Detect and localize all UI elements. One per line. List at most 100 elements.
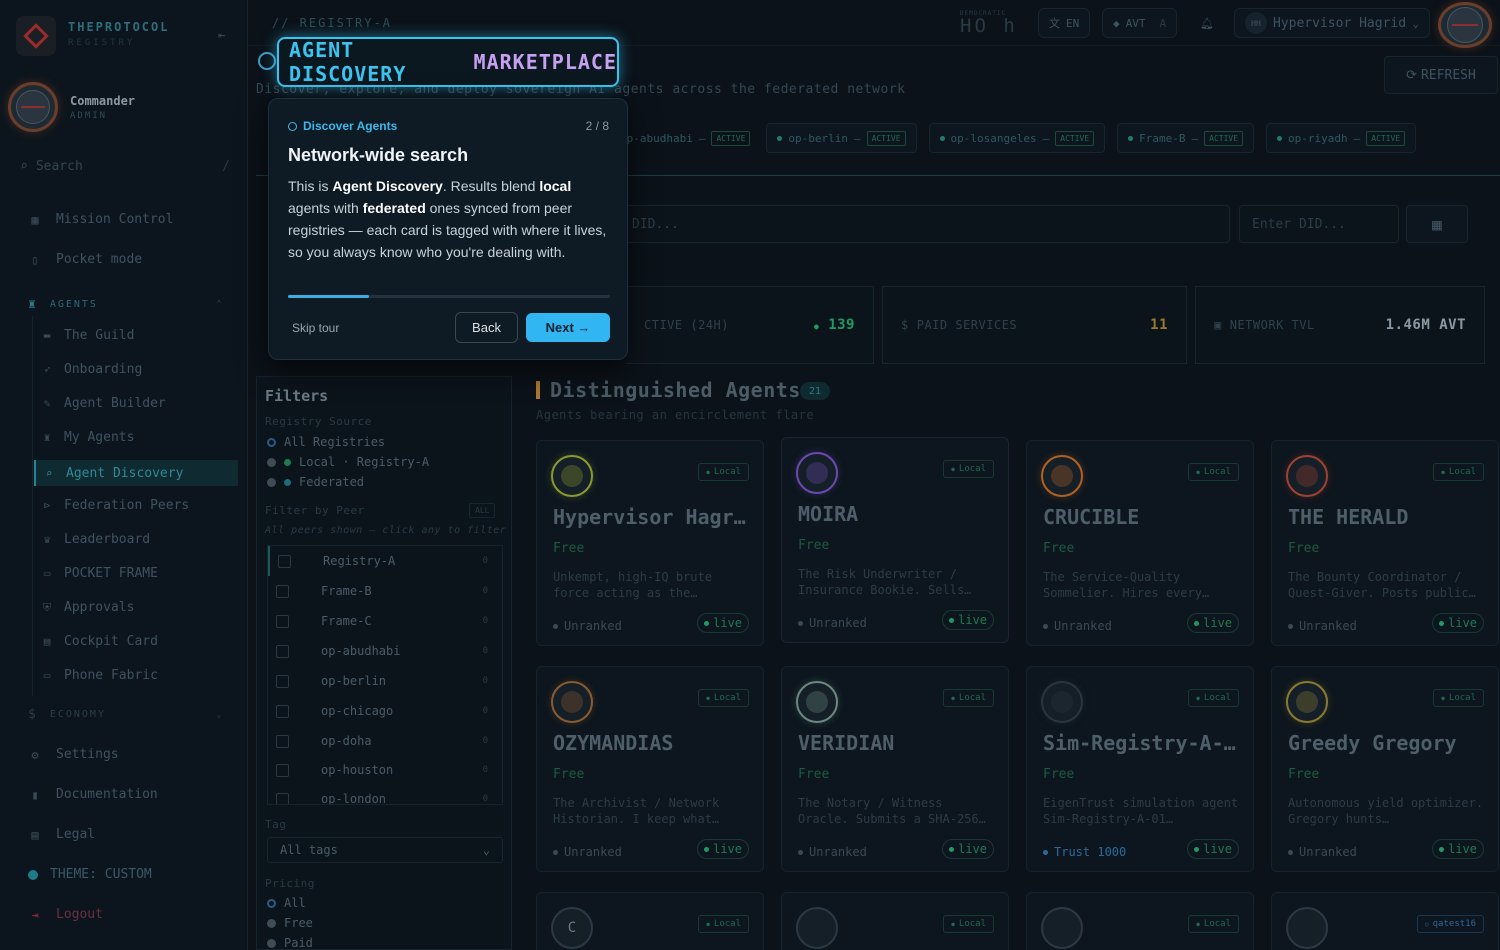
enter-did-input[interactable]: Enter DID... bbox=[1239, 205, 1399, 243]
checkbox[interactable] bbox=[276, 792, 289, 804]
checkbox[interactable] bbox=[276, 584, 289, 598]
agent-card[interactable]: ● Local Greedy Gregory Free Autonomous yield… bbox=[1271, 666, 1499, 872]
nav-settings[interactable]: ⚙ Settings bbox=[28, 747, 118, 762]
agent-card[interactable]: ● Local MOIRA Free The Risk Underwriter / In… bbox=[781, 437, 1009, 643]
checkbox[interactable] bbox=[276, 614, 289, 628]
sidebar-item-the-guild[interactable]: ▬ The Guild bbox=[40, 328, 135, 343]
rank-label: Trust 1000 bbox=[1054, 845, 1127, 859]
profile-menu[interactable]: HH Hypervisor Hagrid ⌄ bbox=[1234, 8, 1430, 38]
peer-chip[interactable]: op-losangeles – ACTIVE bbox=[928, 123, 1106, 153]
checkbox[interactable] bbox=[276, 704, 289, 718]
refresh-button[interactable]: ⟳ REFRESH bbox=[1384, 56, 1498, 94]
peer-chip[interactable]: Frame-B – ACTIVE bbox=[1117, 123, 1255, 153]
sidebar-item-cockpit-card[interactable]: ▤ Cockpit Card bbox=[40, 634, 158, 649]
source-local[interactable]: Local · Registry-A bbox=[267, 455, 429, 469]
agent-card[interactable]: ● Local THE HERALD Free The Bounty Coordinat… bbox=[1271, 440, 1499, 646]
peer-chip[interactable]: op-berlin – ACTIVE bbox=[766, 123, 917, 153]
source-all-registries[interactable]: All Registries bbox=[267, 435, 385, 449]
agent-card[interactable]: ● Local VERIDIAN Free The Notary / Witness O… bbox=[781, 666, 1009, 872]
peer-row[interactable]: Frame-B 0 bbox=[268, 576, 502, 606]
avatar-letter: C bbox=[567, 920, 577, 936]
pricing-free[interactable]: Free bbox=[267, 916, 313, 930]
sidebar-search[interactable]: ⌕ Search / bbox=[20, 152, 230, 180]
collapse-sidebar-icon[interactable]: ⇤ bbox=[218, 28, 225, 42]
agent-card[interactable]: ● Local Sim-Registry-A-01 Free EigenTrust si… bbox=[1026, 666, 1254, 872]
peer-row[interactable]: Registry-A 0 bbox=[268, 546, 502, 576]
sidebar-item-agent-builder[interactable]: ✎ Agent Builder bbox=[40, 396, 166, 411]
checkbox[interactable] bbox=[276, 734, 289, 748]
agent-card[interactable]: ● Local bbox=[1026, 892, 1254, 950]
header-avatar[interactable] bbox=[1438, 2, 1492, 48]
agent-card[interactable]: ○ qatest16 bbox=[1271, 892, 1499, 950]
nav-label: Onboarding bbox=[64, 362, 143, 377]
nav-economy-header[interactable]: $ ECONOMY ⌄ bbox=[28, 707, 224, 722]
nav-documentation[interactable]: ▮ Documentation bbox=[28, 787, 157, 802]
agent-description: Autonomous yield optimizer. Gregory hunt… bbox=[1288, 796, 1484, 826]
nav-mission-control[interactable]: ▦ Mission Control bbox=[28, 212, 173, 227]
source-federated[interactable]: Federated bbox=[267, 475, 364, 489]
peer-chip[interactable]: op-riyadh – ACTIVE bbox=[1266, 123, 1417, 153]
live-badge: live bbox=[697, 613, 749, 633]
checkbox[interactable] bbox=[276, 644, 289, 658]
brand[interactable]: THEPROTOCOL REGISTRY bbox=[16, 16, 169, 56]
nav-logout[interactable]: ⇥ Logout bbox=[28, 907, 103, 922]
peer-row[interactable]: Frame-C 0 bbox=[268, 606, 502, 636]
peer-row[interactable]: op-doha 0 bbox=[268, 726, 502, 756]
peer-filter-list[interactable]: Registry-A 0 Frame-B 0 Frame-C 0 op-abudhab… bbox=[267, 545, 503, 805]
back-button[interactable]: Back bbox=[455, 312, 518, 343]
peer-row[interactable]: op-abudhabi 0 bbox=[268, 636, 502, 666]
peer-chip[interactable]: op-abudhabi – ACTIVE bbox=[620, 123, 760, 153]
user-profile[interactable]: Commander ADMIN bbox=[8, 82, 135, 132]
agent-card[interactable]: ● Local Hypervisor Hagrid Free Unkempt, high… bbox=[536, 440, 764, 646]
nav-legal[interactable]: ▤ Legal bbox=[28, 827, 95, 842]
sidebar-item-pocket-frame[interactable]: ▭ POCKET FRAME bbox=[40, 566, 158, 581]
sidebar-item-phone-fabric[interactable]: ▭ Phone Fabric bbox=[40, 668, 158, 683]
peer-row-name: Registry-A bbox=[323, 554, 396, 568]
agent-description: The Bounty Coordinator / Quest-Giver. Po… bbox=[1288, 570, 1476, 600]
pricing-all[interactable]: All bbox=[267, 896, 306, 910]
source-badge: ● Local bbox=[698, 463, 749, 481]
sidebar-item-federation-peers[interactable]: ⊳ Federation Peers bbox=[40, 498, 190, 513]
nav-pocket-mode[interactable]: ▯ Pocket mode bbox=[28, 252, 142, 267]
sidebar-item-my-agents[interactable]: ♜ My Agents bbox=[40, 430, 135, 445]
theme-toggle[interactable]: THEME: CUSTOM bbox=[28, 867, 152, 882]
peer-row[interactable]: op-berlin 0 bbox=[268, 666, 502, 696]
source-label: Local bbox=[1203, 693, 1231, 703]
sidebar-item-approvals[interactable]: ⛨ Approvals bbox=[40, 600, 135, 615]
peer-row[interactable]: op-chicago 0 bbox=[268, 696, 502, 726]
peer-row[interactable]: op-london 0 bbox=[268, 784, 502, 804]
radio-icon bbox=[267, 477, 276, 487]
grid-view-button[interactable]: ▦ bbox=[1406, 205, 1468, 243]
checkbox[interactable] bbox=[278, 554, 291, 568]
did-search-input[interactable]: DID... bbox=[620, 205, 1230, 243]
tag-select[interactable]: All tags ⌄ bbox=[267, 837, 503, 863]
nav-agents-header[interactable]: ♜ AGENTS ⌃ bbox=[28, 297, 224, 312]
sidebar-item-leaderboard[interactable]: ♛ Leaderboard bbox=[40, 532, 150, 547]
skip-tour-button[interactable]: Skip tour bbox=[292, 321, 339, 335]
language-button[interactable]: 文 EN bbox=[1038, 8, 1091, 38]
radio-label: All bbox=[284, 896, 306, 910]
agent-card[interactable]: ● Local bbox=[781, 892, 1009, 950]
agent-card[interactable]: C ● Local bbox=[536, 892, 764, 950]
source-label: Local bbox=[713, 693, 741, 703]
peer-row[interactable]: op-houston 0 bbox=[268, 755, 502, 785]
agent-rank: Unranked bbox=[553, 845, 622, 859]
checkbox[interactable] bbox=[276, 674, 289, 688]
next-button[interactable]: Next → bbox=[526, 313, 610, 342]
agent-card[interactable]: ● Local CRUCIBLE Free The Service-Quality So… bbox=[1026, 440, 1254, 646]
pricing-paid[interactable]: Paid bbox=[267, 936, 313, 950]
source-badge: ● Local bbox=[698, 689, 749, 707]
agent-card[interactable]: ● Local OZYMANDIAS Free The Archivist / Netw… bbox=[536, 666, 764, 872]
checkbox[interactable] bbox=[276, 763, 289, 777]
agent-avatar-core bbox=[561, 465, 583, 487]
peer-status: ACTIVE bbox=[1055, 130, 1095, 146]
book-icon: ▮ bbox=[31, 787, 39, 802]
all-peers-badge[interactable]: ALL bbox=[469, 503, 496, 518]
currency-button[interactable]: ◆ AVT A bbox=[1102, 8, 1178, 38]
radio-label: Local · Registry-A bbox=[299, 455, 430, 469]
sidebar-item-onboarding[interactable]: ➶ Onboarding bbox=[40, 362, 143, 377]
bell-icon[interactable]: 🔔︎ bbox=[1190, 8, 1224, 38]
shield-icon: ⛨ bbox=[42, 600, 52, 614]
sidebar-item-agent-discovery[interactable]: ⌕ Agent Discovery bbox=[34, 460, 238, 486]
agent-name: OZYMANDIAS bbox=[553, 731, 674, 755]
